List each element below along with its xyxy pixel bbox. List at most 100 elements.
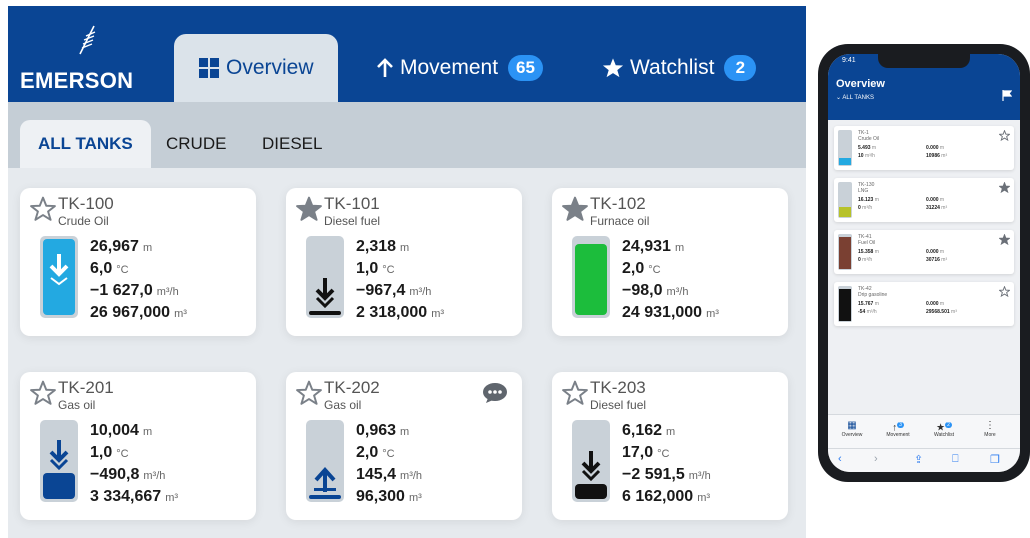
phone-nav-badge: 3 bbox=[897, 422, 904, 428]
watch-star-icon[interactable] bbox=[562, 380, 588, 406]
tab-movement-label: Movement bbox=[400, 56, 499, 79]
level-value: 24,931 bbox=[622, 238, 671, 255]
tank-card[interactable]: TK-100 Crude Oil 26,967 m 6,0 °C −1 627,0 m… bbox=[20, 188, 256, 336]
phone-page-title: Overview bbox=[836, 78, 885, 90]
arrow-up-icon: ↑ 3 bbox=[892, 422, 904, 434]
flow-row: −98,0 m³/h bbox=[622, 280, 719, 302]
tank-id: TK-202 bbox=[324, 378, 380, 397]
bookmarks-icon[interactable]: ⎕ bbox=[952, 453, 959, 466]
filter-crude[interactable]: CRUDE bbox=[166, 120, 226, 168]
phone-flow: 0 m³/h bbox=[858, 205, 873, 211]
flag-icon[interactable] bbox=[1002, 90, 1012, 101]
volume-value: 24 931,000 bbox=[622, 304, 703, 321]
phone-tank-card[interactable]: TK-42 Drip gasoline 15.767 m -54 m³/h 0.… bbox=[834, 282, 1014, 326]
temperature-row: 17,0 °C bbox=[622, 442, 711, 464]
star-icon: ★ 2 bbox=[936, 422, 952, 434]
volume-row: 26 967,000 m³ bbox=[90, 302, 187, 324]
phone-tank-fill bbox=[839, 207, 851, 217]
phone-tank-card[interactable]: TK-1 Crude Oil 5.493 m 10 m³/h 0.000 m 1… bbox=[834, 126, 1014, 170]
filter-all-tanks[interactable]: ALL TANKS bbox=[20, 120, 151, 168]
watch-star-icon[interactable] bbox=[296, 196, 322, 222]
tab-movement[interactable]: Movement 65 bbox=[376, 34, 543, 102]
phone-nav-badge: 2 bbox=[945, 422, 952, 428]
watch-star-icon[interactable] bbox=[999, 182, 1010, 193]
volume-row: 2 318,000 m³ bbox=[356, 302, 444, 324]
tank-level-gauge bbox=[40, 420, 78, 502]
level-row: 26,967 m bbox=[90, 236, 187, 258]
volume-row: 24 931,000 m³ bbox=[622, 302, 719, 324]
forward-icon[interactable]: › bbox=[874, 453, 878, 465]
level-row: 0,963 m bbox=[356, 420, 422, 442]
phone-header: 9:41 Overview ⌄ ALL TANKS bbox=[828, 54, 1020, 120]
phone-tank-product: Fuel Oil bbox=[858, 240, 876, 246]
tank-product: Diesel fuel bbox=[590, 398, 647, 412]
grid-icon bbox=[199, 58, 219, 78]
watch-star-icon[interactable] bbox=[30, 196, 56, 222]
watch-star-icon[interactable] bbox=[562, 196, 588, 222]
phone-nav-movement[interactable]: ↑ 3 Movement bbox=[878, 419, 918, 438]
tank-product: Gas oil bbox=[58, 398, 96, 412]
tabs-icon[interactable]: ❐ bbox=[990, 453, 1000, 466]
flow-row: −1 627,0 m³/h bbox=[90, 280, 187, 302]
top-navigation-bar: EMERSON Overview Movement 65 Watchlist 2 bbox=[8, 6, 806, 102]
level-value: 10,004 bbox=[90, 422, 139, 439]
tank-card[interactable]: TK-102 Furnace oil 24,931 m 2,0 °C −98,0 m³… bbox=[552, 188, 788, 336]
level-value: 0,963 bbox=[356, 422, 397, 439]
share-icon[interactable]: ⇪ bbox=[914, 453, 923, 466]
temperature-unit: °C bbox=[382, 264, 395, 276]
flow-down-arrow-icon bbox=[49, 440, 69, 471]
level-unit: m bbox=[142, 242, 153, 254]
filter-diesel[interactable]: DIESEL bbox=[262, 120, 322, 168]
phone-nav-label: Movement bbox=[886, 432, 910, 438]
volume-row: 6 162,000 m³ bbox=[622, 486, 711, 508]
phone-level: 15.358 m bbox=[858, 249, 879, 255]
movement-count-badge: 65 bbox=[508, 55, 543, 81]
temperature-row: 2,0 °C bbox=[622, 258, 719, 280]
phone-level: 15.767 m bbox=[858, 301, 879, 307]
tab-watchlist[interactable]: Watchlist 2 bbox=[602, 34, 757, 102]
tank-values: 26,967 m 6,0 °C −1 627,0 m³/h 26 967,000 m³ bbox=[90, 236, 187, 324]
phone-tank-card[interactable]: TK-130 LNG 16.123 m 0 m³/h 0.000 m 31224… bbox=[834, 178, 1014, 222]
tab-overview[interactable]: Overview bbox=[174, 34, 338, 102]
phone-filter-dropdown[interactable]: ⌄ ALL TANKS bbox=[836, 94, 874, 101]
phone-tank-product: LNG bbox=[858, 188, 869, 194]
phone-tank-card[interactable]: TK-41 Fuel Oil 15.358 m 0 m³/h 0.000 m 3… bbox=[834, 230, 1014, 274]
back-icon[interactable]: ‹ bbox=[838, 453, 842, 465]
phone-tank-product: Drip gasoline bbox=[858, 292, 888, 298]
star-icon bbox=[602, 58, 624, 78]
temperature-row: 6,0 °C bbox=[90, 258, 187, 280]
tank-card[interactable]: TK-202 Gas oil 0,963 m 2,0 °C 145,4 m³/h 96… bbox=[286, 372, 522, 520]
tank-card[interactable]: TK-101 Diesel fuel 2,318 m 1,0 °C −967,4 m³… bbox=[286, 188, 522, 336]
volume-row: 96,300 m³ bbox=[356, 486, 422, 508]
temperature-value: 2,0 bbox=[356, 444, 379, 461]
flow-row: 145,4 m³/h bbox=[356, 464, 422, 486]
grid-icon: ▦ bbox=[847, 420, 857, 431]
watch-star-icon[interactable] bbox=[999, 234, 1010, 245]
watch-star-icon[interactable] bbox=[30, 380, 56, 406]
phone-secondary-level: 0.000 m bbox=[926, 301, 945, 307]
phone-nav-label: More bbox=[984, 432, 996, 438]
level-unit: m bbox=[674, 242, 685, 254]
phone-nav-watchlist[interactable]: ★ 2 Watchlist bbox=[924, 419, 964, 438]
phone-nav-more[interactable]: ⋮ More bbox=[970, 419, 1010, 438]
temperature-row: 2,0 °C bbox=[356, 442, 422, 464]
temperature-value: 2,0 bbox=[622, 260, 645, 277]
phone-notch bbox=[878, 54, 970, 68]
watch-star-icon[interactable] bbox=[296, 380, 322, 406]
level-row: 2,318 m bbox=[356, 236, 444, 258]
tank-product: Diesel fuel bbox=[324, 214, 381, 228]
phone-nav-overview[interactable]: ▦ Overview bbox=[832, 419, 872, 438]
watchlist-count-badge: 2 bbox=[724, 55, 757, 81]
tank-level-gauge bbox=[572, 236, 610, 318]
filter-bar: ALL TANKS CRUDE DIESEL bbox=[8, 102, 806, 168]
tank-card[interactable]: TK-203 Diesel fuel 6,162 m 17,0 °C −2 591,… bbox=[552, 372, 788, 520]
volume-value: 96,300 bbox=[356, 488, 405, 505]
watch-star-icon[interactable] bbox=[999, 130, 1010, 141]
phone-flow: -54 m³/h bbox=[858, 309, 877, 315]
tank-product: Gas oil bbox=[324, 398, 362, 412]
watch-star-icon[interactable] bbox=[999, 286, 1010, 297]
comment-icon[interactable] bbox=[482, 382, 508, 404]
phone-time: 9:41 bbox=[842, 57, 856, 64]
tank-card[interactable]: TK-201 Gas oil 10,004 m 1,0 °C −490,8 m³/h … bbox=[20, 372, 256, 520]
emerson-logo[interactable]: EMERSON bbox=[18, 24, 148, 96]
